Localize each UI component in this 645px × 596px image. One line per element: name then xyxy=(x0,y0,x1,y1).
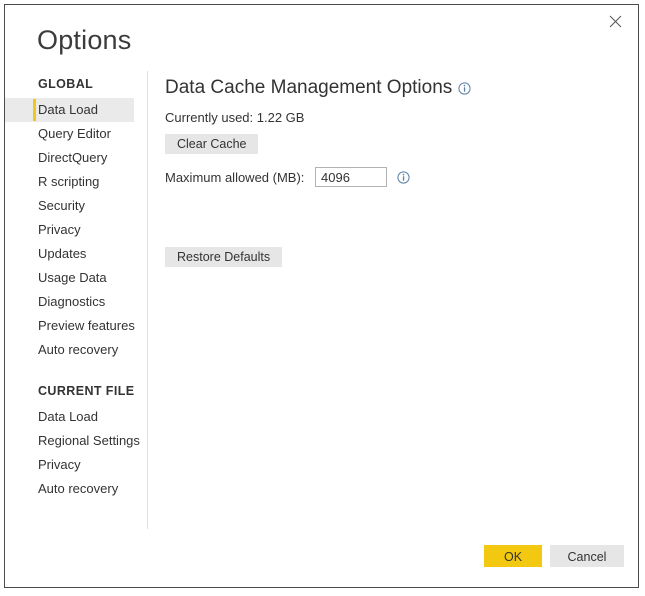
sidebar-item-updates[interactable]: Updates xyxy=(5,242,147,266)
clear-cache-row: Clear Cache xyxy=(165,134,624,154)
max-allowed-label: Maximum allowed (MB): xyxy=(165,169,305,185)
max-allowed-input[interactable] xyxy=(315,167,387,187)
sidebar-item-regional-settings[interactable]: Regional Settings xyxy=(5,429,147,453)
info-icon[interactable] xyxy=(397,170,410,184)
sidebar-item-r-scripting[interactable]: R scripting xyxy=(5,170,147,194)
content-pane: Data Cache Management Options Currently … xyxy=(165,77,624,267)
sidebar-item-usage-data[interactable]: Usage Data xyxy=(5,266,147,290)
sidebar-item-current-auto-recovery[interactable]: Auto recovery xyxy=(5,477,147,501)
sidebar-group-title-global: GLOBAL xyxy=(38,77,94,91)
sidebar-group-current-file: CURRENT FILE Data Load Regional Settings… xyxy=(5,384,147,501)
sidebar-divider xyxy=(147,71,148,529)
options-dialog: Options GLOBAL Data Load Query Editor Di… xyxy=(4,4,639,588)
sidebar-item-security[interactable]: Security xyxy=(5,194,147,218)
sidebar-item-current-privacy[interactable]: Privacy xyxy=(5,453,147,477)
dialog-footer: OK Cancel xyxy=(484,545,624,567)
sidebar-item-auto-recovery[interactable]: Auto recovery xyxy=(5,338,147,362)
restore-defaults-button[interactable]: Restore Defaults xyxy=(165,247,283,267)
cancel-button[interactable]: Cancel xyxy=(550,545,624,567)
sidebar-group-spacer xyxy=(5,362,147,384)
sidebar-group-title-current-file: CURRENT FILE xyxy=(38,384,135,398)
close-glyph xyxy=(609,15,621,27)
info-glyph xyxy=(458,81,471,95)
ok-button[interactable]: OK xyxy=(484,545,542,567)
sidebar: GLOBAL Data Load Query Editor DirectQuer… xyxy=(5,77,147,532)
info-icon[interactable] xyxy=(458,81,471,95)
info-glyph xyxy=(397,170,410,184)
restore-defaults-row: Restore Defaults xyxy=(165,247,624,267)
section-heading-label: Data Cache Management Options xyxy=(165,77,453,98)
section-heading: Data Cache Management Options xyxy=(165,77,624,99)
clear-cache-button[interactable]: Clear Cache xyxy=(165,134,259,154)
sidebar-item-data-load[interactable]: Data Load xyxy=(5,98,134,122)
sidebar-item-directquery[interactable]: DirectQuery xyxy=(5,146,147,170)
currently-used-text: Currently used: 1.22 GB xyxy=(165,110,305,125)
max-allowed-row: Maximum allowed (MB): xyxy=(165,167,624,187)
page-title: Options xyxy=(37,25,132,55)
sidebar-item-privacy[interactable]: Privacy xyxy=(5,218,147,242)
sidebar-item-query-editor[interactable]: Query Editor xyxy=(5,122,147,146)
sidebar-group-global: GLOBAL Data Load Query Editor DirectQuer… xyxy=(5,77,147,362)
sidebar-item-preview-features[interactable]: Preview features xyxy=(5,314,147,338)
close-icon[interactable] xyxy=(593,6,637,36)
sidebar-item-current-data-load[interactable]: Data Load xyxy=(5,405,147,429)
sidebar-item-diagnostics[interactable]: Diagnostics xyxy=(5,290,147,314)
